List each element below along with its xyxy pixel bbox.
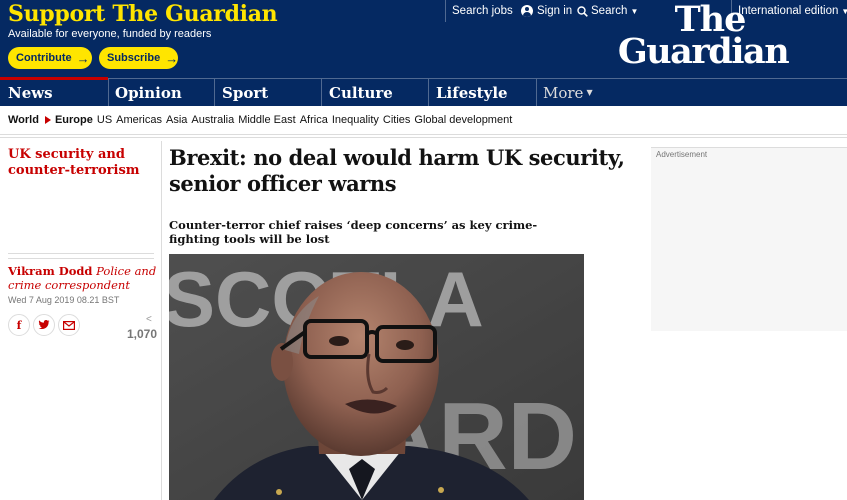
share-buttons: f: [8, 314, 83, 336]
facebook-icon[interactable]: f: [8, 314, 30, 336]
subnav-australia[interactable]: Australia: [191, 114, 234, 126]
support-title: Support The Guardian: [8, 1, 278, 27]
pillar-nav: News Opinion Sport Culture Lifestyle Mor…: [0, 77, 847, 106]
search-jobs-link[interactable]: Search jobs: [452, 3, 513, 19]
officer-photo: SCOTLA ARD: [169, 254, 584, 500]
section-label[interactable]: UK security and counter-terrorism: [8, 147, 158, 179]
pillar-divider: [536, 79, 537, 106]
pillar-divider: [428, 79, 429, 106]
sign-in-link[interactable]: Sign in: [521, 3, 572, 19]
subscribe-button[interactable]: Subscribe →: [99, 47, 178, 69]
pillar-divider: [108, 79, 109, 106]
more-label: More: [543, 83, 584, 102]
email-icon[interactable]: [58, 314, 80, 336]
contribute-label: Contribute: [16, 52, 72, 64]
envelope-icon: [63, 320, 75, 330]
topnav-divider: [445, 0, 446, 22]
masthead: Support The Guardian Available for every…: [0, 0, 847, 78]
logo-guardian: Guardian: [617, 31, 790, 72]
subnav-us[interactable]: US: [97, 114, 112, 126]
support-subtitle: Available for everyone, funded by reader…: [8, 28, 212, 40]
subnav-africa[interactable]: Africa: [300, 114, 328, 126]
advertisement-slot[interactable]: Advertisement: [651, 147, 847, 331]
search-icon: [577, 5, 588, 17]
pillar-lifestyle[interactable]: Lifestyle: [436, 79, 508, 106]
subnav-inequality[interactable]: Inequality: [332, 114, 379, 126]
advertisement-label: Advertisement: [656, 150, 708, 159]
column-divider: [161, 141, 162, 500]
pillar-opinion[interactable]: Opinion: [115, 79, 182, 106]
twitter-icon[interactable]: [33, 314, 55, 336]
chevron-down-icon: ▼: [586, 88, 593, 97]
subnav-global-development[interactable]: Global development: [414, 114, 512, 126]
article-standfirst: Counter-terror chief raises ‘deep concer…: [169, 218, 538, 246]
user-icon: [521, 5, 533, 17]
chevron-down-icon: ▼: [841, 6, 847, 16]
article-headline: Brexit: no deal would harm UK security, …: [169, 145, 625, 196]
share-icon: <: [146, 314, 152, 325]
twitter-bird-icon: [38, 320, 50, 329]
pillar-divider: [214, 79, 215, 106]
publish-date: Wed 7 Aug 2019 08.21 BST: [8, 295, 120, 305]
guardian-logo[interactable]: The Guardian: [603, 2, 803, 69]
pillar-divider: [321, 79, 322, 106]
subnav-americas[interactable]: Americas: [116, 114, 162, 126]
pillar-more[interactable]: More ▼: [543, 79, 593, 106]
article-main-image[interactable]: SCOTLA ARD: [169, 254, 584, 500]
caret-right-icon: [44, 116, 51, 124]
arrow-right-icon: →: [165, 50, 179, 66]
sub-nav: World Europe US Americas Asia Australia …: [0, 106, 847, 134]
sign-in-label: Sign in: [537, 5, 573, 17]
subnav-cities[interactable]: Cities: [383, 114, 411, 126]
byline: Vikram Dodd Police and crime corresponde…: [8, 264, 158, 292]
subnav-middle-east[interactable]: Middle East: [238, 114, 295, 126]
subscribe-label: Subscribe: [107, 52, 161, 64]
arrow-right-icon: →: [76, 50, 90, 66]
subnav-europe[interactable]: Europe: [55, 114, 93, 126]
pillar-news[interactable]: News: [8, 79, 53, 106]
byline-divider: [8, 253, 154, 259]
article-meta: UK security and counter-terrorism Vikram…: [0, 141, 162, 500]
contribute-button[interactable]: Contribute →: [8, 47, 92, 69]
pillar-culture[interactable]: Culture: [329, 79, 393, 106]
subnav-asia[interactable]: Asia: [166, 114, 187, 126]
pillar-sport[interactable]: Sport: [222, 79, 268, 106]
share-count: 1,070: [127, 327, 158, 341]
subnav-world[interactable]: World: [8, 114, 39, 126]
author-link[interactable]: Vikram Dodd: [8, 264, 92, 278]
section-divider: [0, 134, 847, 138]
